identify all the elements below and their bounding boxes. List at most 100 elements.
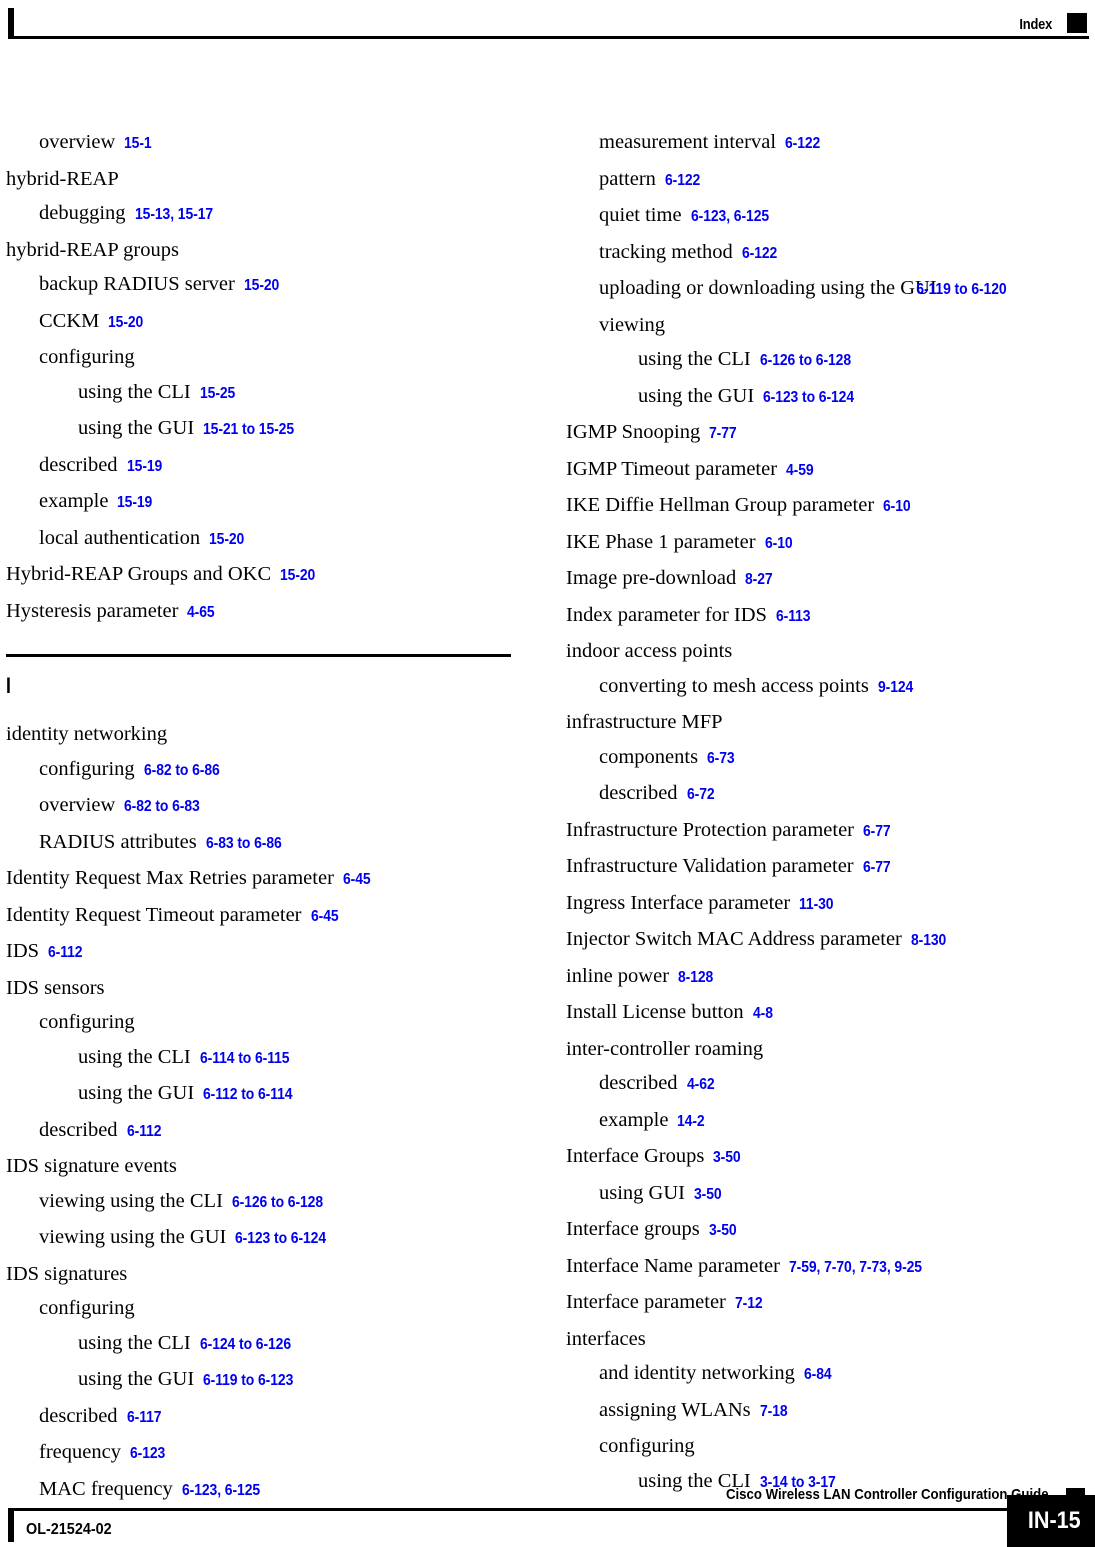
- index-entry-term: Identity Request Max Retries parameter: [6, 867, 334, 889]
- index-entry-page-reference[interactable]: 7-59, 7-70, 7-73, 9-25: [789, 1251, 922, 1286]
- index-entry-page-reference[interactable]: 15-20: [280, 559, 315, 594]
- index-entry: Index parameter for IDS 6-113: [566, 598, 1086, 635]
- index-entry-page-reference[interactable]: 6-113: [776, 600, 811, 635]
- index-entry: described 4-62: [599, 1066, 1086, 1103]
- index-entry-page-reference[interactable]: 6-126 to 6-128: [232, 1186, 323, 1221]
- index-entry: debugging 15-13, 15-17: [39, 196, 516, 233]
- index-entry-page-reference[interactable]: 11-30: [799, 888, 834, 923]
- index-entry-page-reference[interactable]: 6-119 to 6-123: [203, 1364, 293, 1399]
- index-entry-page-reference[interactable]: 6-123, 6-125: [691, 200, 769, 235]
- index-entry: Injector Switch MAC Address parameter 8-1…: [566, 922, 1086, 959]
- index-entry-page-reference[interactable]: 9-124: [878, 671, 913, 706]
- index-entry-term: overview: [39, 131, 116, 153]
- index-entry-term: and identity networking: [599, 1362, 795, 1384]
- index-column-left: overview 15-1 hybrid-REAP debugging 15-13, 1…: [6, 125, 516, 1508]
- index-entry-page-reference[interactable]: 3-50: [694, 1178, 722, 1213]
- index-entry-term: using GUI: [599, 1181, 685, 1204]
- index-entry-page-reference[interactable]: 6-84: [804, 1358, 832, 1393]
- index-entry-page-reference[interactable]: 6-83 to 6-86: [206, 827, 282, 862]
- index-entry-term: converting to mesh access points: [599, 674, 869, 697]
- index-entry-term: hybrid-REAP groups: [6, 238, 179, 261]
- index-entry-term: using the GUI: [78, 1368, 195, 1390]
- index-entry-term: Identity Request Timeout parameter: [6, 903, 302, 926]
- index-entry-page-reference[interactable]: 8-27: [745, 563, 773, 598]
- index-entry-term: backup RADIUS server: [39, 273, 235, 295]
- index-entry-term: using the CLI: [638, 348, 751, 370]
- index-entry-page-reference[interactable]: 6-77: [863, 815, 891, 850]
- index-entry-page-reference[interactable]: 6-122: [785, 127, 820, 162]
- index-entry-page-reference[interactable]: 15-19: [127, 450, 162, 485]
- index-entry-page-reference[interactable]: 7-18: [760, 1395, 788, 1430]
- index-entry-page-reference[interactable]: 6-82 to 6-83: [124, 790, 200, 825]
- index-entry-page-reference[interactable]: 6-112: [127, 1115, 162, 1150]
- index-entry-page-reference[interactable]: 4-62: [687, 1068, 715, 1103]
- index-entry-page-reference[interactable]: 6-117: [127, 1401, 162, 1436]
- index-entry-page-reference[interactable]: 15-1: [124, 127, 152, 162]
- footer-guide-title: Cisco Wireless LAN Controller Configurat…: [726, 1486, 1049, 1503]
- index-entry-term: inter-controller roaming: [566, 1037, 764, 1060]
- page-footer: Cisco Wireless LAN Controller Configurat…: [0, 1477, 1095, 1547]
- index-entry-term: assigning WLANs: [599, 1398, 751, 1421]
- index-entry-page-reference[interactable]: 6-10: [765, 527, 793, 562]
- index-entry-page-reference[interactable]: 6-72: [687, 778, 715, 813]
- index-entry-page-reference[interactable]: 6-123 to 6-124: [763, 381, 854, 416]
- index-entry-page-reference[interactable]: 8-128: [678, 961, 713, 996]
- index-entry-page-reference[interactable]: 15-20: [244, 269, 279, 304]
- index-entry-page-reference[interactable]: 6-123 to 6-124: [235, 1222, 326, 1257]
- index-entry-page-reference[interactable]: 6-77: [863, 851, 891, 886]
- index-entry-term: measurement interval: [599, 131, 777, 153]
- index-entry-page-reference[interactable]: 15-25: [200, 377, 235, 412]
- index-entry-page-reference[interactable]: 15-21 to 15-25: [203, 413, 294, 448]
- index-entry-term: quiet time: [599, 204, 682, 226]
- index-letter-section-break: I: [6, 654, 516, 717]
- index-entry-page-reference[interactable]: 6-122: [742, 237, 777, 272]
- index-entry-page-reference[interactable]: 3-50: [709, 1214, 737, 1249]
- index-entry: IDS signature events: [6, 1149, 516, 1184]
- index-entry-page-reference[interactable]: 6-122: [665, 164, 700, 199]
- index-entry-page-reference[interactable]: 3-50: [713, 1141, 741, 1176]
- index-entry-page-reference[interactable]: 8-130: [911, 924, 946, 959]
- index-entry-term: described: [39, 1118, 118, 1141]
- index-entry-page-reference[interactable]: 6-45: [311, 900, 339, 935]
- header-left-tick-mark: [8, 8, 14, 39]
- index-entry-term: interfaces: [566, 1327, 646, 1350]
- index-entry-term: indoor access points: [566, 640, 733, 662]
- index-entry: Install License button 4-8: [566, 995, 1086, 1032]
- index-entry-page-reference[interactable]: 6-73: [707, 742, 735, 777]
- index-entry: using the CLI 6-126 to 6-128: [638, 342, 1086, 379]
- index-entry-page-reference[interactable]: 6-45: [343, 863, 371, 898]
- index-entry-page-reference[interactable]: 4-8: [753, 997, 773, 1032]
- index-entry-page-reference[interactable]: 6-126 to 6-128: [760, 344, 851, 379]
- index-entry-page-reference[interactable]: 6-114 to 6-115: [200, 1042, 290, 1077]
- index-entry-term: Ingress Interface parameter: [566, 891, 791, 914]
- index-entry-page-reference[interactable]: 7-77: [709, 417, 737, 452]
- index-entry-page-reference[interactable]: 6-112: [48, 936, 83, 971]
- index-entry: inter-controller roaming: [566, 1032, 1086, 1067]
- index-entry-page-reference[interactable]: 6-119 to 6-120: [916, 273, 1006, 308]
- index-entry-page-reference[interactable]: 6-10: [883, 490, 911, 525]
- index-entry-page-reference[interactable]: 7-12: [735, 1287, 763, 1322]
- index-entry-page-reference[interactable]: 4-65: [187, 596, 215, 631]
- index-entry-term: IKE Phase 1 parameter: [566, 530, 756, 553]
- index-entry-page-reference[interactable]: 15-13, 15-17: [135, 198, 213, 233]
- index-entry-term: IGMP Timeout parameter: [566, 457, 778, 480]
- index-entry-term: IGMP Snooping: [566, 421, 701, 443]
- index-entry-term: Infrastructure Validation parameter: [566, 855, 854, 877]
- index-entry-page-reference[interactable]: 15-20: [108, 306, 143, 341]
- index-entry-page-reference[interactable]: 6-112 to 6-114: [203, 1078, 293, 1113]
- index-entry-term: IDS sensors: [6, 976, 105, 999]
- index-entry-term: viewing using the GUI: [39, 1226, 227, 1248]
- index-entry-page-reference[interactable]: 6-82 to 6-86: [144, 754, 220, 789]
- index-entry-term: Interface groups: [566, 1218, 700, 1240]
- index-entry-page-reference[interactable]: 14-2: [677, 1105, 705, 1140]
- index-entry-term: example: [39, 490, 109, 512]
- index-entry-term: described: [599, 782, 678, 804]
- index-entry: using the GUI 15-21 to 15-25: [78, 411, 516, 448]
- index-entry: overview 15-1: [39, 125, 516, 162]
- index-entry-page-reference[interactable]: 4-59: [786, 454, 814, 489]
- index-entry-page-reference[interactable]: 15-19: [117, 486, 152, 521]
- index-entry-page-reference[interactable]: 6-123: [130, 1437, 165, 1472]
- index-entry-term: configuring: [599, 1435, 695, 1457]
- index-entry-page-reference[interactable]: 15-20: [209, 523, 244, 558]
- index-entry-page-reference[interactable]: 6-124 to 6-126: [200, 1328, 291, 1363]
